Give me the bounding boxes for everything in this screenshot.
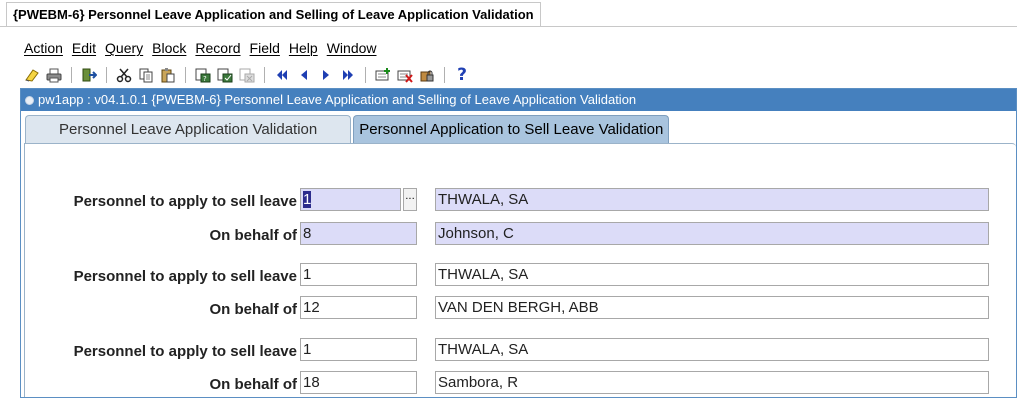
- on-behalf-label: On behalf of: [209, 227, 298, 244]
- toolbar-separator: [264, 67, 265, 83]
- enter-query-icon[interactable]: ?: [193, 65, 213, 85]
- tab-strip: Personnel Leave Application Validation P…: [25, 115, 670, 143]
- tab-label: Personnel Leave Application Validation: [59, 121, 318, 138]
- on-behalf-number-field[interactable]: 18: [300, 371, 417, 394]
- menu-window[interactable]: Window: [327, 40, 377, 58]
- toolbar-separator: [71, 67, 72, 83]
- list-of-values-button[interactable]: ...: [403, 188, 417, 211]
- menu-help[interactable]: Help: [289, 40, 318, 58]
- form-window: pw1app : v04.1.0.1 {PWEBM-6} Personnel L…: [20, 88, 1017, 398]
- execute-query-icon[interactable]: [215, 65, 235, 85]
- menu-record[interactable]: Record: [195, 40, 240, 58]
- personnel-label: Personnel to apply to sell leave: [73, 268, 297, 285]
- on-behalf-name-field[interactable]: VAN DEN BERGH, ABB: [435, 296, 989, 319]
- menu-field[interactable]: Field: [250, 40, 280, 58]
- personnel-number-value: 1: [303, 191, 312, 208]
- lock-record-icon[interactable]: [417, 65, 437, 85]
- tab-personnel-application-to-sell-leave-validation[interactable]: Personnel Application to Sell Leave Vali…: [353, 115, 670, 143]
- personnel-number-field[interactable]: 1: [300, 263, 417, 286]
- on-behalf-label: On behalf of: [209, 376, 298, 393]
- tab-personnel-leave-application-validation[interactable]: Personnel Leave Application Validation: [25, 115, 352, 143]
- on-behalf-name-field[interactable]: Sambora, R: [435, 371, 989, 394]
- last-record-icon[interactable]: [338, 65, 358, 85]
- help-glyph: ?: [457, 65, 467, 85]
- personnel-name-field[interactable]: THWALA, SA: [435, 338, 989, 361]
- toolbar: ? ?: [22, 63, 1017, 87]
- toolbar-separator: [185, 67, 186, 83]
- menu-query[interactable]: Query: [105, 40, 143, 58]
- form-window-titlebar: pw1app : v04.1.0.1 {PWEBM-6} Personnel L…: [21, 89, 1016, 111]
- save-icon[interactable]: [22, 65, 42, 85]
- on-behalf-number-field[interactable]: 8: [300, 222, 417, 245]
- insert-record-icon[interactable]: [373, 65, 393, 85]
- help-icon[interactable]: ?: [452, 65, 472, 85]
- tab-label: Personnel Application to Sell Leave Vali…: [359, 121, 664, 138]
- cancel-query-icon[interactable]: [237, 65, 257, 85]
- on-behalf-name-field[interactable]: Johnson, C: [435, 222, 989, 245]
- on-behalf-label: On behalf of: [209, 301, 298, 318]
- on-behalf-number-field[interactable]: 12: [300, 296, 417, 319]
- menu-bar: Action Edit Query Block Record Field Hel…: [24, 40, 377, 58]
- cut-icon[interactable]: [114, 65, 134, 85]
- personnel-number-field[interactable]: 1: [300, 338, 417, 361]
- exit-icon[interactable]: [79, 65, 99, 85]
- menu-block[interactable]: Block: [152, 40, 186, 58]
- menu-edit[interactable]: Edit: [72, 40, 96, 58]
- personnel-name-field[interactable]: THWALA, SA: [435, 188, 989, 211]
- paste-icon[interactable]: [158, 65, 178, 85]
- personnel-label: Personnel to apply to sell leave: [73, 343, 297, 360]
- window-title-tab[interactable]: {PWEBM-6} Personnel Leave Application an…: [6, 2, 541, 26]
- print-icon[interactable]: [44, 65, 64, 85]
- next-record-icon[interactable]: [316, 65, 336, 85]
- window-title: {PWEBM-6} Personnel Leave Application an…: [13, 7, 534, 22]
- tab-panel: Personnel to apply to sell leave 1 ... T…: [24, 143, 1016, 397]
- toolbar-separator: [365, 67, 366, 83]
- copy-icon[interactable]: [136, 65, 156, 85]
- java-cup-icon: [25, 95, 34, 105]
- title-divider: [0, 26, 1017, 27]
- lov-glyph: ...: [405, 191, 415, 202]
- svg-text:?: ?: [203, 75, 207, 83]
- toolbar-separator: [106, 67, 107, 83]
- personnel-number-field[interactable]: 1: [300, 188, 401, 211]
- first-record-icon[interactable]: [272, 65, 292, 85]
- personnel-name-field[interactable]: THWALA, SA: [435, 263, 989, 286]
- personnel-label: Personnel to apply to sell leave: [73, 193, 297, 210]
- delete-record-icon[interactable]: [395, 65, 415, 85]
- menu-action[interactable]: Action: [24, 40, 63, 58]
- previous-record-icon[interactable]: [294, 65, 314, 85]
- toolbar-separator: [444, 67, 445, 83]
- form-window-title: pw1app : v04.1.0.1 {PWEBM-6} Personnel L…: [38, 92, 637, 107]
